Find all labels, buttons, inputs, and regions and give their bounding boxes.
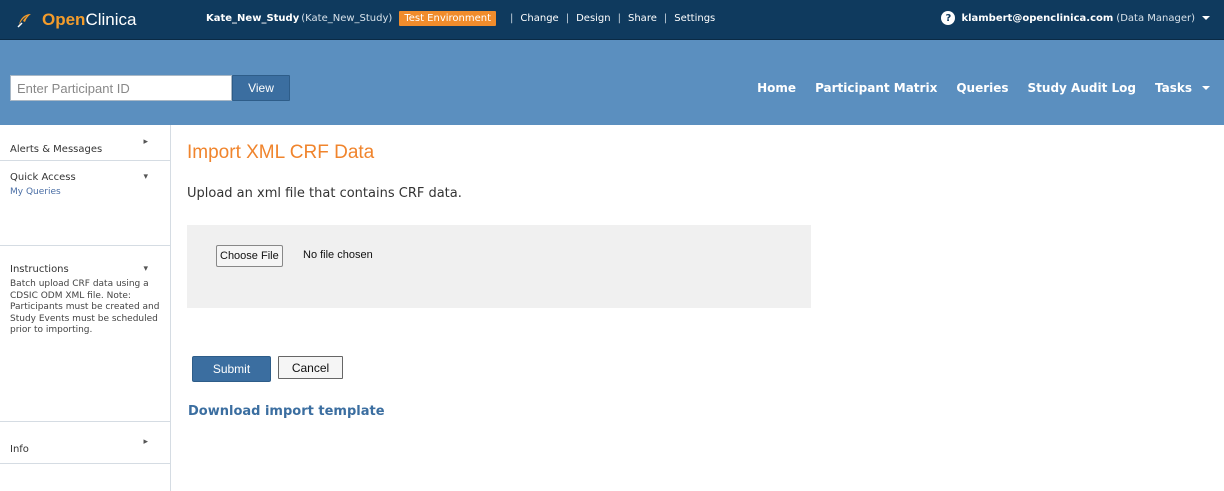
sidebar-alerts-title: Alerts & Messages [10,144,103,155]
help-icon[interactable]: ? [941,11,956,25]
top-bar: Open Clinica Kate_New_Study (Kate_New_Stu… [0,0,1224,40]
environment-badge: Test Environment [399,11,497,26]
divider: | [617,13,621,24]
view-button[interactable]: View [232,75,290,101]
sidebar-quick-access: Quick Access ▾ My Queries [0,161,170,246]
change-study-link[interactable]: Change [520,13,558,24]
page-title: Import XML CRF Data [187,142,375,163]
chevron-right-icon[interactable]: ▸ [143,137,148,147]
nav-study-audit-log[interactable]: Study Audit Log [1028,81,1136,95]
settings-link[interactable]: Settings [674,13,715,24]
main-navigation: Home Participant Matrix Queries Study Au… [738,81,1210,95]
page-description: Upload an xml file that contains CRF dat… [187,186,462,201]
openclinica-logo[interactable]: Open Clinica [16,9,136,31]
user-email: klambert@openclinica.com [961,12,1114,24]
file-status: No file chosen [303,249,373,261]
study-name[interactable]: Kate_New_Study [206,13,299,24]
logo-text-clinica: Clinica [85,10,137,29]
chevron-right-icon[interactable]: ▸ [143,437,148,447]
share-link[interactable]: Share [628,13,657,24]
chevron-down-icon[interactable]: ▾ [143,264,148,274]
user-role: (Data Manager) [1116,12,1195,24]
sidebar-instructions-text: Batch upload CRF data using a CDSIC ODM … [10,279,160,335]
sidebar-alerts[interactable]: Alerts & Messages ▸ [0,125,170,161]
study-bar: Kate_New_Study (Kate_New_Study) Test Env… [206,11,715,26]
divider: | [565,13,570,24]
choose-file-button[interactable]: Choose File [216,245,283,267]
chevron-down-icon[interactable]: ▾ [143,172,148,182]
nav-participant-matrix[interactable]: Participant Matrix [815,81,937,95]
nav-queries[interactable]: Queries [956,81,1008,95]
sidebar-my-queries-link[interactable]: My Queries [10,187,170,197]
openclinica-logo-icon [17,14,31,28]
submit-button[interactable]: Submit [192,356,271,382]
sidebar-info[interactable]: Info ▸ [0,422,170,464]
nav-tasks[interactable]: Tasks [1155,81,1192,95]
download-template-link[interactable]: Download import template [188,404,385,419]
design-link[interactable]: Design [576,13,611,24]
sidebar: Alerts & Messages ▸ Quick Access ▾ My Qu… [0,125,171,491]
cancel-button[interactable]: Cancel [278,356,343,379]
sidebar-instructions: Instructions ▾ Batch upload CRF data usi… [0,246,170,422]
nav-home[interactable]: Home [757,81,796,95]
user-menu[interactable]: ? klambert@openclinica.com (Data Manager… [941,11,1210,25]
study-id: (Kate_New_Study) [301,13,393,24]
divider: | [663,13,668,24]
chevron-down-icon[interactable] [1202,86,1210,90]
nav-bar: View Home Participant Matrix Queries Stu… [0,40,1224,125]
sidebar-info-title: Info [10,444,29,455]
participant-id-input[interactable] [10,75,232,101]
divider: | [510,13,514,24]
chevron-down-icon[interactable] [1202,16,1210,20]
file-upload-panel: Choose File No file chosen [187,225,811,308]
logo-text-open: Open [42,10,86,29]
